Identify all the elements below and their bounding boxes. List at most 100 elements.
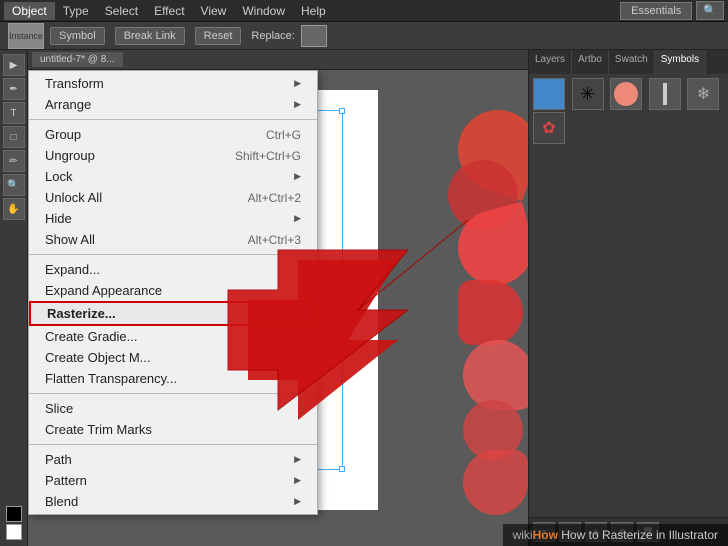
menu-item-flatten-transparency-label: Flatten Transparency...	[45, 371, 301, 386]
menu-item-transform[interactable]: Transform	[29, 73, 317, 94]
divider-2	[29, 254, 317, 255]
menu-item-create-object-mosaic[interactable]: Create Object M...	[29, 347, 317, 368]
menu-item-path[interactable]: Path	[29, 449, 317, 470]
menu-item-blend-label: Blend	[45, 494, 294, 509]
menu-item-create-trim-marks[interactable]: Create Trim Marks	[29, 419, 317, 440]
menu-item-help[interactable]: Help	[293, 2, 334, 20]
menu-item-slice-label: Slice	[45, 401, 301, 416]
menu-section-1: Transform Arrange	[29, 71, 317, 117]
menu-item-ungroup-shortcut: Shift+Ctrl+G	[235, 149, 301, 163]
menu-item-create-gradient-label: Create Gradie...	[45, 329, 301, 344]
panel-tab-swatch[interactable]: Swatch	[609, 50, 655, 74]
document-tab-bar: untitled-7* @ 8...	[28, 50, 528, 70]
menu-item-pattern-label: Pattern	[45, 473, 294, 488]
menu-section-5: Path Pattern Blend	[29, 447, 317, 514]
symbol-thumb-0[interactable]	[533, 78, 565, 110]
app-window: Object Type Select Effect View Window He…	[0, 0, 728, 546]
menu-item-create-trim-marks-label: Create Trim Marks	[45, 422, 301, 437]
instance-top-row: Instance Symbol Break Link Reset Replace…	[8, 23, 327, 49]
symbol-thumb-2[interactable]	[610, 78, 642, 110]
tool-select[interactable]: ▶	[3, 54, 25, 76]
flower-decoration	[398, 80, 528, 520]
menu-item-hide[interactable]: Hide	[29, 208, 317, 229]
tool-hand[interactable]: ✋	[3, 198, 25, 220]
menu-item-lock[interactable]: Lock	[29, 166, 317, 187]
symbol-thumb-1[interactable]: ✳	[572, 78, 604, 110]
handle-br[interactable]	[339, 466, 345, 472]
instance-area: Instance Symbol Break Link Reset Replace…	[8, 23, 327, 49]
wikihow-wiki-text: wiki	[513, 528, 533, 542]
menu-item-arrange-label: Arrange	[45, 97, 294, 112]
fill-color[interactable]	[6, 506, 22, 522]
menu-item-show-all[interactable]: Show All Alt+Ctrl+3	[29, 229, 317, 250]
menu-item-hide-label: Hide	[45, 211, 294, 226]
menu-item-rasterize[interactable]: Rasterize...	[29, 301, 317, 326]
menu-section-2: Group Ctrl+G Ungroup Shift+Ctrl+G Lock U…	[29, 122, 317, 252]
tool-pen[interactable]: ✒	[3, 78, 25, 100]
replace-label: Replace:	[251, 30, 294, 42]
wikihow-how-text: How	[533, 528, 558, 542]
menu-item-expand-label: Expand...	[45, 262, 301, 277]
menu-section-4: Slice Create Trim Marks	[29, 396, 317, 442]
panel-tab-artboard[interactable]: Artbo	[572, 50, 609, 74]
symbol-toolbar: Instance Symbol Break Link Reset Replace…	[0, 22, 728, 50]
panel-tab-layers[interactable]: Layers	[529, 50, 572, 74]
reset-button[interactable]: Reset	[195, 27, 242, 45]
menu-item-create-gradient[interactable]: Create Gradie...	[29, 326, 317, 347]
menu-item-ungroup[interactable]: Ungroup Shift+Ctrl+G	[29, 145, 317, 166]
search-button[interactable]: 🔍	[696, 1, 724, 20]
break-link-button[interactable]: Break Link	[115, 27, 185, 45]
menu-item-rasterize-label: Rasterize...	[47, 306, 299, 321]
menu-item-lock-label: Lock	[45, 169, 294, 184]
symbol-thumb-5[interactable]: ✿	[533, 112, 565, 144]
menu-item-flatten-transparency[interactable]: Flatten Transparency...	[29, 368, 317, 389]
menu-item-view[interactable]: View	[193, 2, 235, 20]
document-tab[interactable]: untitled-7* @ 8...	[32, 52, 123, 67]
menu-item-arrange[interactable]: Arrange	[29, 94, 317, 115]
tool-rect[interactable]: □	[3, 126, 25, 148]
menu-item-expand[interactable]: Expand...	[29, 259, 317, 280]
symbols-grid: ✳ ❄ ✿	[529, 74, 728, 148]
wikihow-title-text: How to Rasterize in Illustrator	[561, 528, 718, 542]
menu-item-type[interactable]: Type	[55, 2, 97, 20]
menu-item-group-shortcut: Ctrl+G	[266, 128, 301, 142]
symbol-thumb-3[interactable]	[649, 78, 681, 110]
handle-tr[interactable]	[339, 108, 345, 114]
essentials-dropdown[interactable]: Essentials	[620, 2, 692, 20]
divider-3	[29, 393, 317, 394]
left-toolbar: ▶ ✒ T □ ✏ 🔍 ✋	[0, 50, 28, 546]
menu-item-expand-appearance[interactable]: Expand Appearance	[29, 280, 317, 301]
menu-item-object[interactable]: Object	[4, 2, 55, 20]
canvas-wrapper: untitled-7* @ 8...	[28, 50, 528, 546]
menu-item-group-label: Group	[45, 127, 266, 142]
divider-1	[29, 119, 317, 120]
right-panel: Layers Artbo Swatch Symbols ✳	[528, 50, 728, 546]
menu-item-ungroup-label: Ungroup	[45, 148, 235, 163]
menu-item-blend[interactable]: Blend	[29, 491, 317, 512]
menu-item-create-object-mosaic-label: Create Object M...	[45, 350, 301, 365]
symbol-button[interactable]: Symbol	[50, 27, 105, 45]
menu-item-unlock-all[interactable]: Unlock All Alt+Ctrl+2	[29, 187, 317, 208]
instance-icon-label: Instance	[9, 31, 43, 41]
panel-tab-symbols[interactable]: Symbols	[655, 50, 706, 74]
tool-brush[interactable]: ✏	[3, 150, 25, 172]
replace-icon[interactable]	[301, 25, 327, 47]
handle-mr[interactable]	[339, 287, 345, 293]
symbol-thumb-4[interactable]: ❄	[687, 78, 719, 110]
menu-item-group[interactable]: Group Ctrl+G	[29, 124, 317, 145]
object-dropdown-menu: Transform Arrange Group Ctrl+G	[28, 70, 318, 515]
tool-zoom[interactable]: 🔍	[3, 174, 25, 196]
menu-item-path-label: Path	[45, 452, 294, 467]
menu-item-pattern[interactable]: Pattern	[29, 470, 317, 491]
canvas-area[interactable]: Transform Arrange Group Ctrl+G	[28, 70, 528, 546]
divider-4	[29, 444, 317, 445]
menu-item-slice[interactable]: Slice	[29, 398, 317, 419]
menu-item-unlock-all-label: Unlock All	[45, 190, 248, 205]
menu-item-expand-appearance-label: Expand Appearance	[45, 283, 301, 298]
menu-item-window[interactable]: Window	[234, 2, 293, 20]
tool-text[interactable]: T	[3, 102, 25, 124]
wikihow-watermark: wikiHow How to Rasterize in Illustrator	[503, 524, 728, 546]
menu-item-effect[interactable]: Effect	[146, 2, 192, 20]
stroke-color[interactable]	[6, 524, 22, 540]
menu-item-select[interactable]: Select	[97, 2, 146, 20]
